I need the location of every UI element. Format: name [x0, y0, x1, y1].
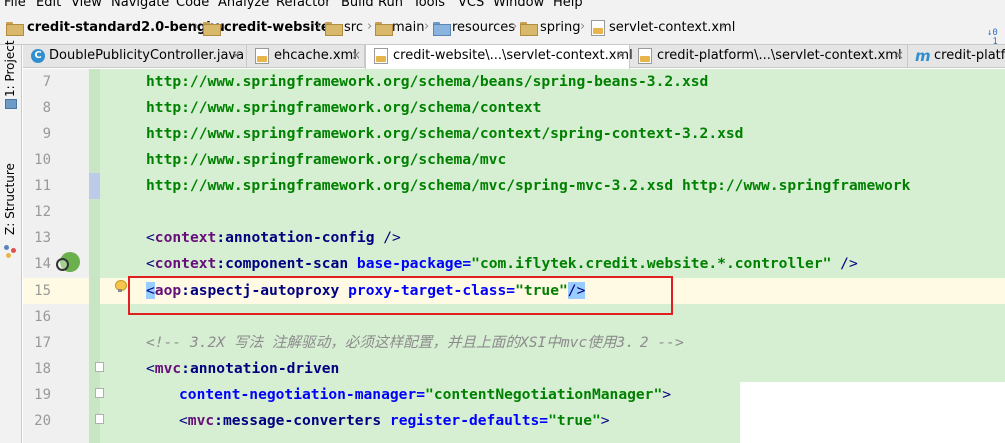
code-line-11: http://www.springframework.org/schema/mv… — [146, 177, 911, 194]
fold-collapse-icon[interactable] — [95, 362, 104, 372]
folder-icon — [375, 22, 393, 36]
tab-website-servlet-context[interactable]: credit-website\...\servlet-context.xml × — [365, 45, 633, 69]
spring-bean-icon[interactable] — [56, 252, 80, 276]
maven-icon: m — [915, 47, 931, 65]
menu-bar: File Edit View Navigate Code Analyze Ref… — [0, 0, 1005, 12]
code-line-10: http://www.springframework.org/schema/mv… — [146, 151, 507, 168]
tab-label: credit-website\...\servlet-context.xml — [393, 48, 633, 63]
line-number: 19 — [34, 387, 51, 403]
tab-label: credit-platform — [934, 48, 1005, 63]
structure-tool-button[interactable]: Z: Structure — [3, 163, 17, 235]
close-icon[interactable]: × — [616, 48, 626, 62]
tab-label: DoublePublicityController.java — [49, 48, 245, 63]
breadcrumb-src[interactable]: src — [344, 20, 363, 35]
code-line-8: http://www.springframework.org/schema/co… — [146, 99, 542, 116]
tab-double-publicity-controller[interactable]: C DoublePublicityController.java × — [23, 45, 247, 68]
module-folder-icon — [6, 22, 24, 36]
line-number: 7 — [42, 74, 51, 90]
code-line-13: <context:annotation-config /> — [146, 229, 401, 246]
line-number: 17 — [34, 335, 51, 351]
menu-run[interactable]: Run — [378, 0, 403, 10]
project-icon — [5, 99, 17, 109]
breadcrumb-separator: › — [194, 19, 200, 34]
line-number: 13 — [34, 230, 51, 246]
change-marker[interactable] — [89, 199, 100, 443]
fold-collapse-icon[interactable] — [95, 414, 104, 424]
code-line-19: content-negotiation-manager="contentNego… — [179, 386, 672, 403]
module-folder-icon — [203, 22, 221, 36]
code-line-18: <mvc:annotation-driven — [146, 360, 340, 377]
tab-platform-servlet-context[interactable]: credit-platform\...\servlet-context.xml … — [630, 45, 908, 68]
breadcrumb-resources[interactable]: resources — [452, 20, 515, 35]
xml-file-icon — [374, 48, 388, 64]
lightbulb-icon[interactable] — [115, 280, 127, 292]
line-number: 16 — [34, 309, 51, 325]
breadcrumb-separator: › — [424, 19, 430, 34]
code-line-7: http://www.springframework.org/schema/be… — [146, 73, 709, 90]
xml-file-icon — [591, 20, 605, 36]
close-icon[interactable]: × — [894, 48, 904, 62]
line-number: 12 — [34, 204, 51, 220]
breadcrumb-separator: › — [580, 19, 586, 34]
breadcrumb-separator: › — [367, 19, 373, 34]
line-number: 15 — [34, 283, 51, 299]
menu-help[interactable]: Help — [553, 0, 583, 10]
breadcrumb-separator: › — [316, 19, 322, 34]
highlight-annotation-box — [128, 276, 673, 315]
menu-tools[interactable]: Tools — [413, 0, 445, 10]
menu-edit[interactable]: Edit — [36, 0, 61, 10]
xml-file-icon — [638, 48, 652, 64]
code-line-17: <!-- 3.2X 写法 注解驱动，必须这样配置，并且上面的XSI中mvc使用3… — [146, 334, 684, 351]
code-line-14: <context:component-scan base-package="co… — [146, 255, 858, 272]
tab-ehcache[interactable]: ehcache.xml × — [247, 45, 365, 68]
menu-refactor[interactable]: Refactor — [276, 0, 331, 10]
breadcrumb-module[interactable]: credit-website — [224, 20, 330, 35]
line-number: 14 — [34, 256, 51, 272]
line-number: 9 — [42, 126, 51, 142]
tab-label: credit-platform\...\servlet-context.xml — [657, 48, 902, 63]
line-number: 18 — [34, 361, 51, 377]
menu-build[interactable]: Build — [341, 0, 374, 10]
menu-code[interactable]: Code — [176, 0, 209, 10]
fold-collapse-icon[interactable] — [95, 388, 104, 398]
menu-window[interactable]: Window — [493, 0, 544, 10]
line-number: 8 — [42, 100, 51, 116]
editor-tab-bar: C DoublePublicityController.java × ehcac… — [23, 45, 1005, 69]
folder-icon — [520, 22, 538, 36]
xml-file-icon — [255, 48, 269, 64]
breadcrumb-separator: › — [720, 19, 726, 34]
tab-label: ehcache.xml — [274, 48, 357, 63]
menu-navigate[interactable]: Navigate — [111, 0, 169, 10]
folder-icon — [325, 22, 343, 36]
project-tool-button[interactable]: 1: Project — [3, 40, 17, 97]
breadcrumb: credit-standard2.0-bengbu › credit-websi… — [0, 12, 1005, 47]
menu-file[interactable]: File — [4, 0, 26, 10]
line-number: 11 — [34, 178, 51, 194]
java-class-icon: C — [31, 49, 45, 63]
tab-credit-platform-pom[interactable]: m credit-platform — [908, 45, 1005, 68]
breadcrumb-file[interactable]: servlet-context.xml — [609, 20, 735, 35]
change-marker[interactable] — [89, 69, 100, 173]
code-line-20: <mvc:message-converters register-default… — [179, 412, 610, 429]
line-number: 20 — [34, 413, 51, 429]
menu-view[interactable]: View — [71, 0, 102, 10]
menu-analyze[interactable]: Analyze — [218, 0, 269, 10]
code-line-9: http://www.springframework.org/schema/co… — [146, 125, 744, 142]
close-icon[interactable]: × — [351, 48, 361, 62]
change-marker[interactable] — [89, 173, 100, 199]
close-icon[interactable]: × — [231, 48, 241, 62]
breadcrumb-main[interactable]: main — [392, 20, 424, 35]
breadcrumb-spring[interactable]: spring — [540, 20, 580, 35]
resources-folder-icon — [433, 22, 451, 36]
breadcrumb-separator: › — [512, 19, 518, 34]
left-tool-strip: 1: Project Z: Structure — [0, 40, 22, 443]
structure-icon — [4, 245, 18, 259]
line-number: 10 — [34, 152, 51, 168]
menu-vcs[interactable]: VCS — [458, 0, 484, 10]
